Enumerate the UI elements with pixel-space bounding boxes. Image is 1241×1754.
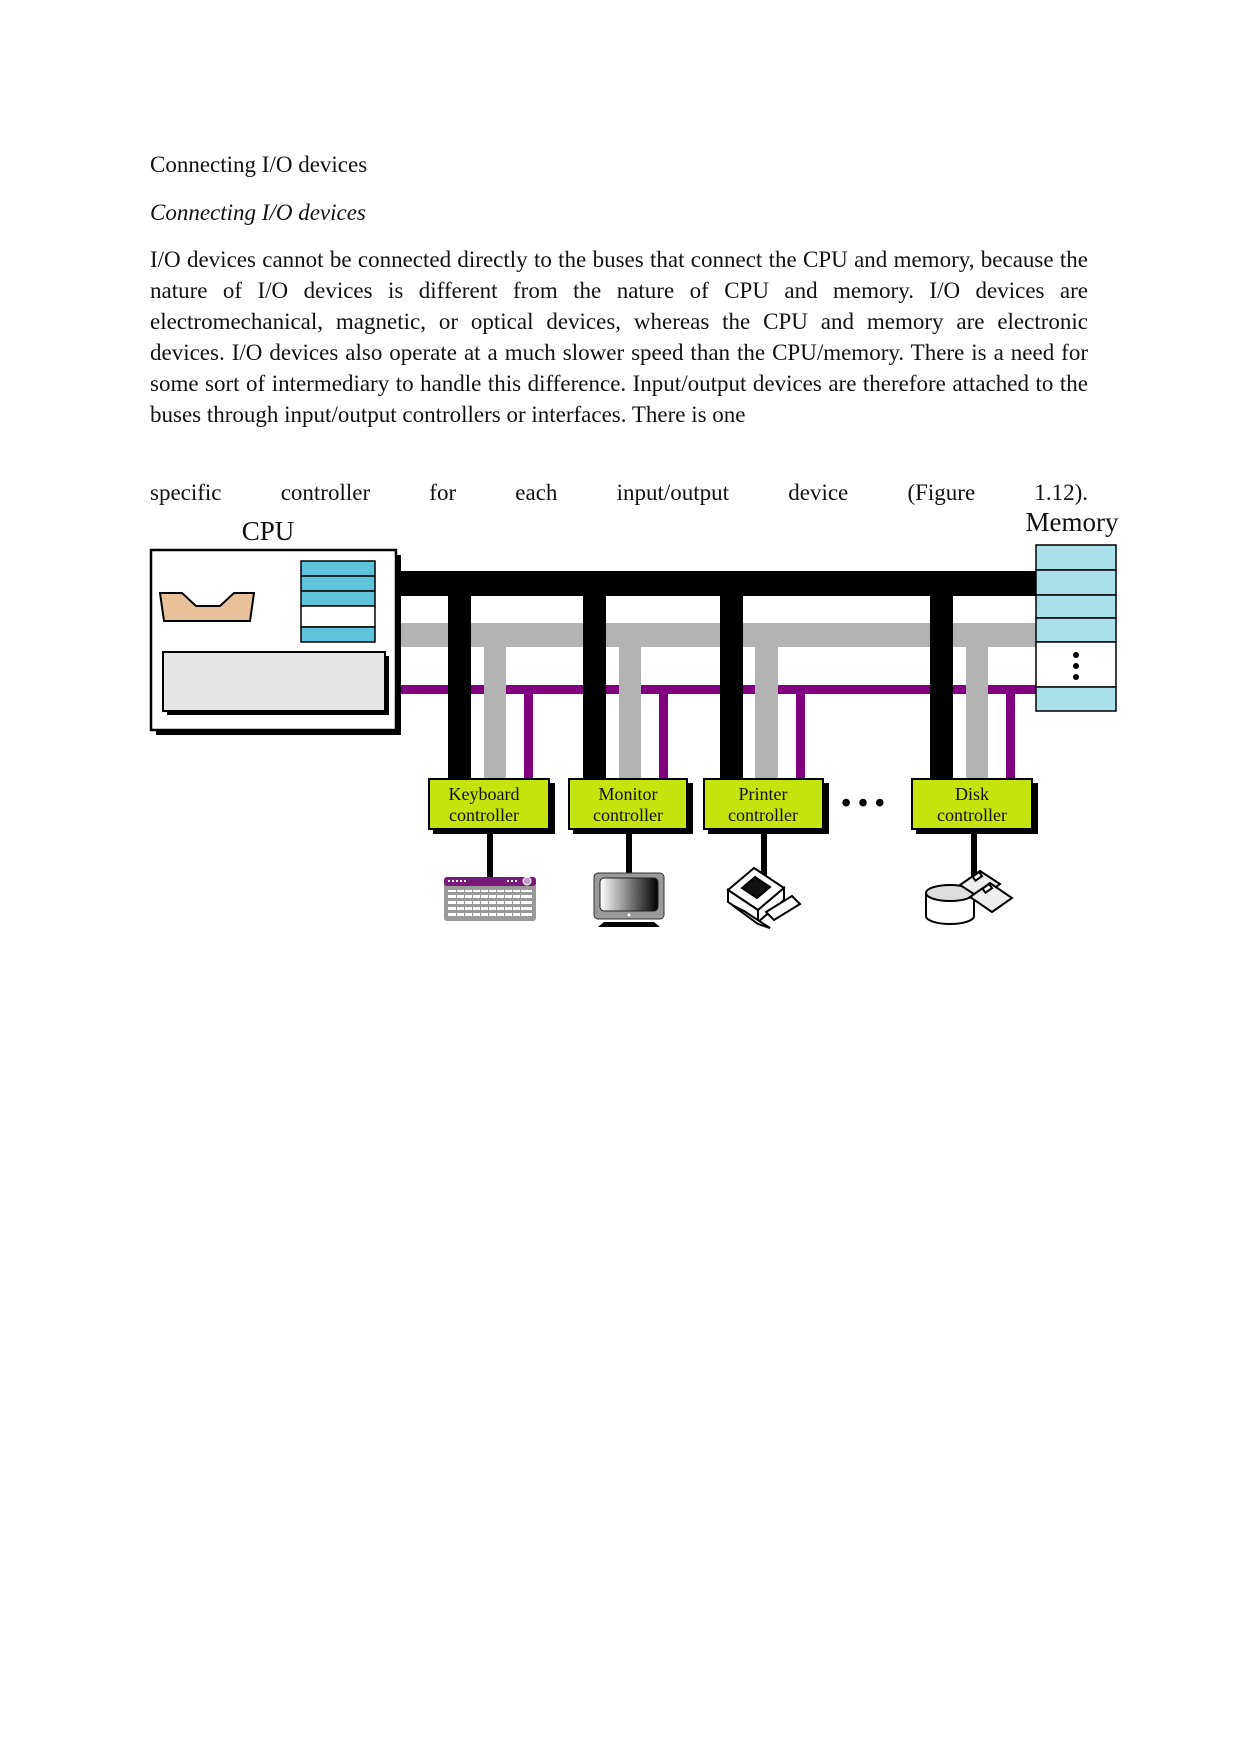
- controller-label: Monitor: [598, 784, 657, 804]
- cpu-label: CPU: [242, 516, 295, 546]
- keyboard-controller: Keyboard controller: [428, 778, 555, 834]
- controller-label: controller: [593, 805, 663, 825]
- address-bus-tap: [755, 640, 778, 780]
- register-stack: [300, 560, 376, 643]
- memory-label: Memory: [1026, 507, 1119, 537]
- document-page: Connecting I/O devices Connecting I/O de…: [0, 0, 1241, 1754]
- keyboard-icon: [444, 876, 536, 921]
- disk-controller: Disk controller: [911, 778, 1038, 834]
- more-controllers-ellipsis: • • •: [841, 788, 884, 819]
- control-bus-tap: [1006, 690, 1015, 780]
- address-bus-tap: [484, 640, 506, 780]
- io-connection-figure: CPU Memory Keyboard controller Monitor c…: [149, 507, 1119, 929]
- control-bus-tap: [796, 690, 805, 780]
- data-bus-tap: [720, 590, 743, 780]
- control-bus-tap: [524, 690, 533, 780]
- cpu-block: [149, 548, 401, 735]
- address-bus-tap: [619, 640, 641, 780]
- device-link: [626, 834, 632, 874]
- controller-label: Keyboard: [449, 784, 520, 804]
- device-link: [971, 834, 977, 879]
- device-link: [487, 834, 493, 879]
- printer-icon: [726, 866, 802, 929]
- controller-label: Disk: [955, 784, 989, 804]
- data-bus-tap: [583, 590, 606, 780]
- data-bus-tap: [448, 590, 471, 780]
- controller-label: controller: [728, 805, 798, 825]
- monitor-icon: [593, 872, 665, 927]
- control-unit: [162, 651, 386, 712]
- controller-label: controller: [937, 805, 1007, 825]
- disk-icon: [925, 869, 1014, 925]
- data-bus-tap: [930, 590, 953, 780]
- printer-controller: Printer controller: [703, 778, 829, 834]
- memory-block: [1035, 544, 1117, 712]
- controller-label: Printer: [739, 784, 788, 804]
- controller-label: controller: [449, 805, 519, 825]
- monitor-controller: Monitor controller: [568, 778, 693, 834]
- address-bus-tap: [966, 640, 988, 780]
- control-bus-tap: [659, 690, 668, 780]
